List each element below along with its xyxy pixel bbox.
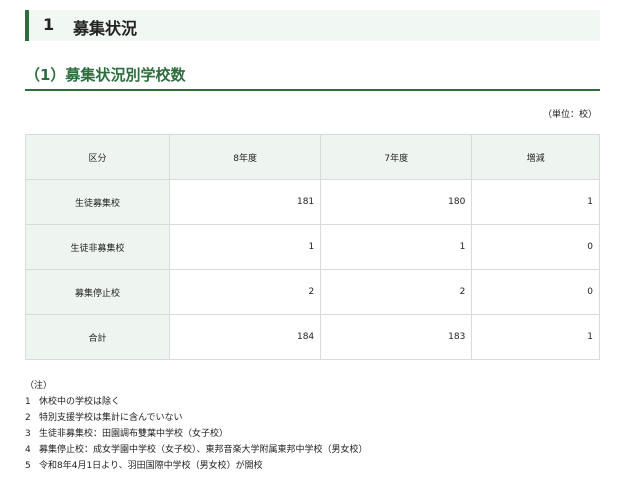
- unit-label: （単位：校）: [542, 110, 597, 120]
- value-cell: 183: [320, 314, 473, 360]
- col-header: 増減: [471, 134, 600, 180]
- section-heading: 1 募集状況: [25, 10, 600, 41]
- note-item: 4 募集停止校：成女学園中学校（女子校）、東邦音楽大学附属東邦中学校（男女校）: [25, 442, 368, 458]
- value-cell: 1: [471, 314, 600, 360]
- notes: （注） 1 休校中の学校は除く 2 特別支援学校は集計に含んでいない 3 生徒非募集校：田…: [25, 378, 368, 474]
- note-text: 休校中の学校は除く: [39, 397, 121, 407]
- section-title: 募集状況: [73, 19, 138, 38]
- section-number: 1: [43, 15, 55, 34]
- note-number: 1: [25, 397, 31, 407]
- note-text: 特別支援学校は集計に含んでいない: [39, 413, 183, 423]
- value-cell: 1: [168, 224, 322, 270]
- table-row: 募集停止校 2 2 0: [25, 269, 600, 315]
- note-number: 4: [25, 445, 31, 455]
- table-row: 生徒募集校 181 180 1: [25, 179, 600, 225]
- note-number: 5: [25, 461, 31, 471]
- value-cell: 180: [320, 179, 473, 225]
- value-cell: 2: [168, 269, 322, 315]
- value-cell: 2: [320, 269, 473, 315]
- col-header: 8年度: [168, 134, 322, 180]
- school-count-table: 区分 8年度 7年度 増減 生徒募集校 181 180 1 生徒非募集校 1 1 0 募集停止校…: [25, 134, 600, 360]
- notes-title: （注）: [25, 381, 53, 391]
- note-text: 募集停止校：成女学園中学校（女子校）、東邦音楽大学附属東邦中学校（男女校）: [39, 445, 368, 455]
- row-label: 合計: [25, 314, 170, 360]
- value-cell: 1: [320, 224, 473, 270]
- note-item: 1 休校中の学校は除く: [25, 394, 368, 410]
- table-header-row: 区分 8年度 7年度 増減: [25, 134, 600, 180]
- row-label: 生徒募集校: [25, 179, 170, 225]
- subsection-heading: （1）募集状況別学校数: [25, 64, 600, 91]
- value-cell: 0: [471, 269, 600, 315]
- note-number: 3: [25, 429, 31, 439]
- note-item: 3 生徒非募集校：田園調布雙葉中学校（女子校）: [25, 426, 368, 442]
- value-cell: 0: [471, 224, 600, 270]
- row-label: 募集停止校: [25, 269, 170, 315]
- col-header: 区分: [25, 134, 170, 180]
- note-item: 5 令和8年4月1日より、羽田国際中学校（男女校）が開校: [25, 458, 368, 474]
- note-number: 2: [25, 413, 31, 423]
- col-header: 7年度: [320, 134, 473, 180]
- value-cell: 1: [471, 179, 600, 225]
- note-text: 令和8年4月1日より、羽田国際中学校（男女校）が開校: [39, 461, 263, 471]
- note-item: 2 特別支援学校は集計に含んでいない: [25, 410, 368, 426]
- note-text: 生徒非募集校：田園調布雙葉中学校（女子校）: [39, 429, 229, 439]
- row-label: 生徒非募集校: [25, 224, 170, 270]
- value-cell: 184: [168, 314, 322, 360]
- value-cell: 181: [168, 179, 322, 225]
- table-row: 合計 184 183 1: [25, 314, 600, 360]
- table-row: 生徒非募集校 1 1 0: [25, 224, 600, 270]
